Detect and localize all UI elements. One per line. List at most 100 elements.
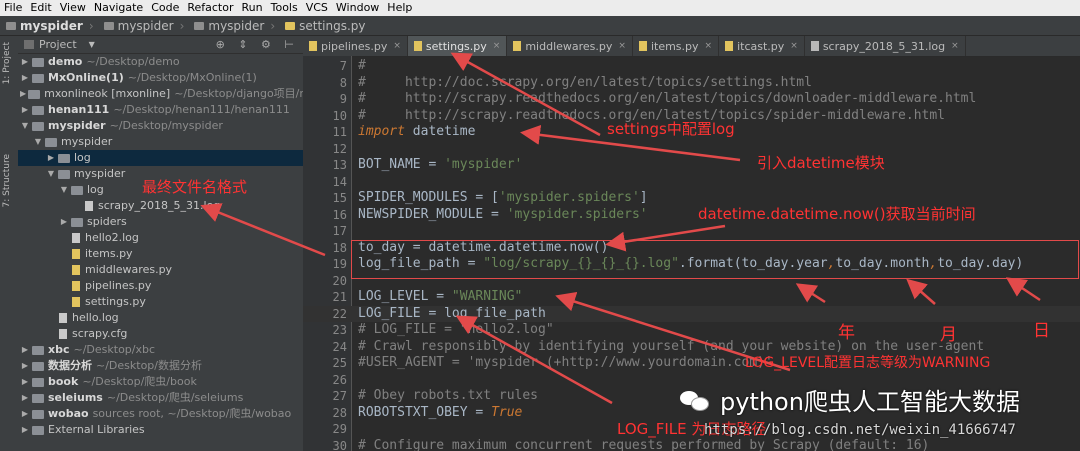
menu-file[interactable]: File bbox=[0, 0, 26, 16]
code-line[interactable]: 21 LOG_LEVEL = "WARNING" bbox=[303, 289, 1080, 306]
tree-file[interactable]: hello.log bbox=[18, 310, 303, 326]
chevron-right-icon[interactable]: ▶ bbox=[20, 54, 30, 70]
chevron-down-icon[interactable]: ▼ bbox=[33, 134, 43, 150]
menu-navigate[interactable]: Navigate bbox=[90, 0, 147, 16]
tab-items-py[interactable]: items.py × bbox=[633, 36, 720, 56]
chevron-right-icon[interactable]: ▶ bbox=[20, 342, 30, 358]
tree-item-label: hello.log bbox=[72, 311, 119, 324]
menu-view[interactable]: View bbox=[56, 0, 90, 16]
project-view-selector[interactable]: Project bbox=[39, 38, 77, 51]
tree-folder[interactable]: ▶ seleiums ~/Desktop/爬虫/seleiums bbox=[18, 390, 303, 406]
close-icon[interactable]: × bbox=[393, 41, 401, 51]
chevron-right-icon[interactable]: ▶ bbox=[20, 422, 30, 438]
chevron-right-icon[interactable]: ▶ bbox=[20, 358, 30, 374]
menu-bar: File Edit View Navigate Code Refactor Run Tools… bbox=[0, 0, 1080, 16]
menu-code[interactable]: Code bbox=[147, 0, 183, 16]
chevron-down-icon[interactable]: ▼ bbox=[59, 182, 69, 198]
menu-run[interactable]: Run bbox=[238, 0, 267, 16]
tree-item-label: External Libraries bbox=[48, 423, 145, 436]
chevron-right-icon[interactable]: ▶ bbox=[20, 86, 26, 102]
project-tool-tab[interactable]: 1: Project bbox=[2, 42, 12, 84]
menu-tools[interactable]: Tools bbox=[267, 0, 302, 16]
tree-folder[interactable]: ▼ myspider ~/Desktop/myspider bbox=[18, 118, 303, 134]
chevron-right-icon[interactable]: ▶ bbox=[59, 214, 69, 230]
chevron-down-icon[interactable]: ▼ bbox=[89, 40, 95, 49]
tree-item-label: myspider bbox=[48, 119, 106, 132]
code-line[interactable]: 8 # http://doc.scrapy.org/en/latest/topic… bbox=[303, 75, 1080, 92]
line-number: 13 bbox=[332, 158, 347, 172]
menu-refactor[interactable]: Refactor bbox=[183, 0, 237, 16]
folder-icon bbox=[58, 169, 70, 179]
close-icon[interactable]: × bbox=[790, 41, 798, 51]
close-icon[interactable]: × bbox=[705, 41, 713, 51]
line-number: 26 bbox=[332, 372, 347, 387]
code-line[interactable]: 17 bbox=[303, 223, 1080, 240]
tab-label: scrapy_2018_5_31.log bbox=[822, 39, 946, 53]
chevron-down-icon[interactable]: ▼ bbox=[46, 166, 56, 182]
tree-item-label: spiders bbox=[87, 215, 127, 228]
tree-file[interactable]: middlewares.py bbox=[18, 262, 303, 278]
tree-file[interactable]: scrapy.cfg bbox=[18, 326, 303, 342]
tree-file[interactable]: scrapy_2018_5_31.log bbox=[18, 198, 303, 214]
tab-itcast-py[interactable]: itcast.py × bbox=[719, 36, 805, 56]
tree-file[interactable]: pipelines.py bbox=[18, 278, 303, 294]
chevron-right-icon[interactable]: ▶ bbox=[20, 374, 30, 390]
close-icon[interactable]: × bbox=[618, 41, 626, 51]
structure-tool-tab[interactable]: 7: Structure bbox=[2, 154, 12, 208]
tree-folder[interactable]: ▶ henan111 ~/Desktop/henan111/henan111 bbox=[18, 102, 303, 118]
code-line[interactable]: 7 # bbox=[303, 58, 1080, 75]
tree-item-path: ~/Desktop/myspider bbox=[109, 119, 223, 132]
code-token: # LOG_FILE = "hello2.log" bbox=[358, 322, 554, 337]
tab-settings-py[interactable]: settings.py × bbox=[407, 36, 508, 56]
code-text: # bbox=[358, 58, 366, 75]
menu-help[interactable]: Help bbox=[383, 0, 416, 16]
tree-item-label: MxOnline(1) bbox=[48, 71, 124, 84]
tree-folder[interactable]: ▶ MxOnline(1) ~/Desktop/MxOnline(1) bbox=[18, 70, 303, 86]
tree-folder[interactable]: ▶ book ~/Desktop/爬虫/book bbox=[18, 374, 303, 390]
chevron-right-icon[interactable]: ▶ bbox=[20, 390, 30, 406]
code-text: SPIDER_MODULES = ['myspider.spiders'] bbox=[358, 190, 648, 207]
menu-edit[interactable]: Edit bbox=[26, 0, 55, 16]
code-line[interactable]: 13 BOT_NAME = 'myspider' bbox=[303, 157, 1080, 174]
breadcrumb-item[interactable]: myspider › bbox=[98, 19, 189, 33]
annotation-now-time: datetime.datetime.now()获取当前时间 bbox=[698, 205, 976, 223]
tab-scrapy-2018-5-31-log[interactable]: scrapy_2018_5_31.log × bbox=[805, 36, 966, 56]
close-icon[interactable]: × bbox=[951, 41, 959, 51]
tree-file[interactable]: items.py bbox=[18, 246, 303, 262]
tab-middlewares-py[interactable]: middlewares.py × bbox=[507, 36, 633, 56]
chevron-down-icon[interactable]: ▼ bbox=[20, 118, 30, 134]
code-line[interactable]: 30 # Configure maximum concurrent request… bbox=[303, 438, 1080, 451]
menu-vcs[interactable]: VCS bbox=[302, 0, 332, 16]
tree-folder[interactable]: ▶ wobao sources root, ~/Desktop/爬虫/wobao bbox=[18, 406, 303, 422]
code-line[interactable]: 22 LOG_FILE = log_file_path bbox=[303, 305, 1080, 322]
menu-window[interactable]: Window bbox=[332, 0, 383, 16]
tree-folder[interactable]: ▶ mxonlineok [mxonline] ~/Desktop/django项目… bbox=[18, 86, 303, 102]
tree-folder[interactable]: ▶ spiders bbox=[18, 214, 303, 230]
line-number: 10 bbox=[332, 108, 347, 123]
tree-folder[interactable]: ▶ External Libraries bbox=[18, 422, 303, 438]
code-text: #USER_AGENT = 'myspider (+http://www.you… bbox=[358, 355, 773, 372]
code-line[interactable]: 12 bbox=[303, 141, 1080, 158]
close-icon[interactable]: × bbox=[493, 41, 501, 51]
tree-folder[interactable]: ▼ myspider bbox=[18, 134, 303, 150]
chevron-right-icon[interactable]: ▶ bbox=[20, 406, 30, 422]
tree-file[interactable]: settings.py bbox=[18, 294, 303, 310]
file-icon bbox=[638, 41, 647, 51]
tree-folder[interactable]: ▶ xbc ~/Desktop/xbc bbox=[18, 342, 303, 358]
tree-folder[interactable]: ▶ demo ~/Desktop/demo bbox=[18, 54, 303, 70]
tree-folder[interactable]: ▶ 数据分析 ~/Desktop/数据分析 bbox=[18, 358, 303, 374]
chevron-right-icon[interactable]: ▶ bbox=[46, 150, 56, 166]
tree-file[interactable]: hello2.log bbox=[18, 230, 303, 246]
tab-pipelines-py[interactable]: pipelines.py × bbox=[303, 36, 408, 56]
code-line[interactable]: 9 # http://scrapy.readthedocs.org/en/late… bbox=[303, 91, 1080, 108]
breadcrumb-item[interactable]: myspider › bbox=[188, 19, 279, 33]
editor-tabs: pipelines.py × settings.py × middlewares.py ×… bbox=[303, 36, 1080, 57]
code-line[interactable]: 23 # LOG_FILE = "hello2.log" bbox=[303, 322, 1080, 339]
breadcrumb-item[interactable]: settings.py bbox=[279, 19, 369, 33]
panel-settings-icon[interactable]: ⊕ ⇕ ⚙ ⊢ bbox=[216, 38, 303, 51]
chevron-right-icon[interactable]: ▶ bbox=[20, 70, 30, 86]
code-line[interactable]: 14 bbox=[303, 174, 1080, 191]
breadcrumb-item[interactable]: myspider › bbox=[0, 19, 98, 33]
chevron-right-icon[interactable]: ▶ bbox=[20, 102, 30, 118]
tree-folder[interactable]: ▶ log bbox=[18, 150, 303, 166]
